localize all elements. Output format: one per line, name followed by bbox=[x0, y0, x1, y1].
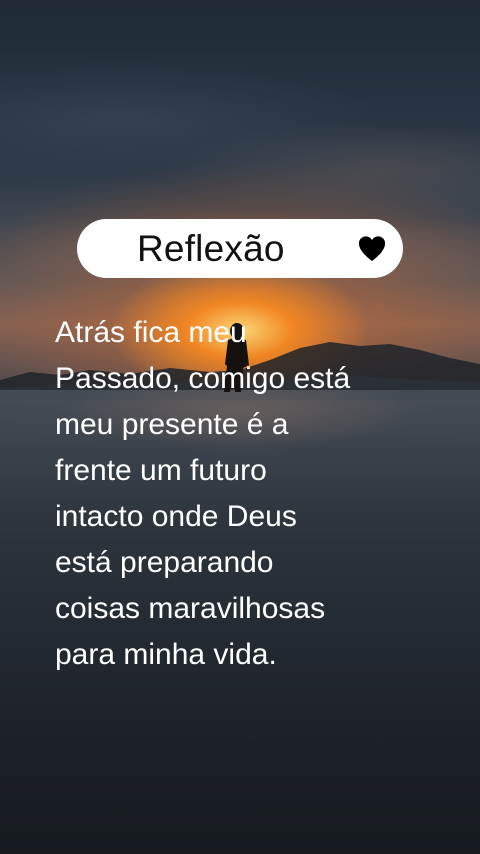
quote-line: está preparando bbox=[55, 546, 274, 579]
quote-line: intacto onde Deus bbox=[55, 500, 297, 533]
reflection-screen: Reflexão Atrás fica meu Passado, comigo … bbox=[0, 0, 480, 854]
title-card: Reflexão bbox=[77, 219, 403, 278]
quote-line: meu presente é a bbox=[55, 408, 289, 441]
reflection-quote: Atrás fica meu Passado, comigo está meu … bbox=[55, 310, 455, 678]
page-title: Reflexão bbox=[137, 228, 285, 269]
quote-line: Passado, comigo está bbox=[55, 362, 351, 395]
quote-line: Atrás fica meu bbox=[55, 316, 247, 349]
quote-line: frente um futuro bbox=[55, 454, 267, 487]
quote-line: para minha vida. bbox=[55, 638, 277, 671]
heart-icon[interactable] bbox=[357, 235, 387, 263]
clouds-background bbox=[0, 0, 480, 360]
quote-line: coisas maravilhosas bbox=[55, 592, 326, 625]
